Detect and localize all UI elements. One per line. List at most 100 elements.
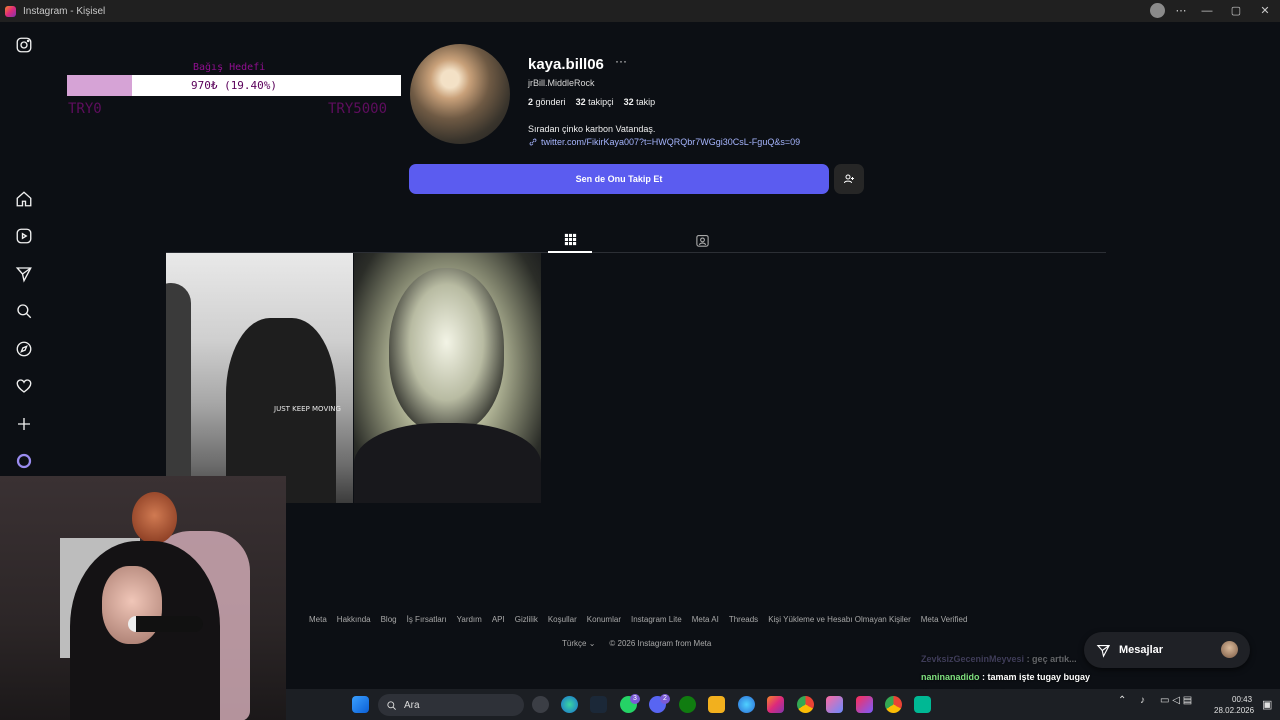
post-thumbnail[interactable] xyxy=(354,253,541,503)
profile-username: kaya.bill06 xyxy=(528,56,604,73)
tab-tagged[interactable] xyxy=(680,228,724,252)
direct-icon xyxy=(1096,644,1111,658)
footer-link[interactable]: Gizlilik xyxy=(515,615,538,624)
search-icon[interactable] xyxy=(14,301,34,321)
donation-goal-title: Bağış Hedefi xyxy=(193,62,266,73)
followers-stat[interactable]: 32 takipçi xyxy=(576,97,614,107)
tray-overflow-icon[interactable]: ⌃ xyxy=(1118,695,1126,706)
footer-link[interactable]: Yardım xyxy=(457,615,482,624)
suggested-people-button[interactable] xyxy=(834,164,864,194)
microphone-icon[interactable]: ♪ xyxy=(1140,695,1145,706)
chat-message: naninanadido : tamam işte tugay bugay xyxy=(921,669,1131,687)
tab-posts-grid[interactable] xyxy=(548,228,592,253)
footer-link[interactable]: Konumlar xyxy=(587,615,621,624)
profile-stats: 2 gönderi 32 takipçi 32 takip xyxy=(528,97,655,107)
chevron-down-icon: ⌄ xyxy=(588,639,596,648)
profile-options-icon[interactable]: ··· xyxy=(615,54,627,68)
edge-icon[interactable] xyxy=(561,696,578,713)
tagged-icon xyxy=(695,234,709,247)
notification-icon[interactable]: ▣ xyxy=(1262,698,1272,711)
app-icon-generic[interactable] xyxy=(856,696,873,713)
home-icon[interactable] xyxy=(14,189,34,209)
webcam-microphone xyxy=(128,616,203,632)
donation-min-label: TRY0 xyxy=(68,101,102,117)
app-icon-green[interactable] xyxy=(914,696,931,713)
taskbar-time[interactable]: 00:43 xyxy=(1232,695,1252,704)
footer-link[interactable]: Meta Verified xyxy=(921,615,968,624)
footer-link[interactable]: Meta AI xyxy=(692,615,719,624)
heart-icon[interactable] xyxy=(14,376,34,396)
window-more-button[interactable]: ⋯ xyxy=(1170,3,1192,19)
instagram-app-icon xyxy=(5,5,16,17)
messages-label: Mesajlar xyxy=(1119,644,1164,656)
posts-label: gönderi xyxy=(535,97,566,107)
meta-ai-icon[interactable] xyxy=(14,451,34,471)
minimize-button[interactable]: — xyxy=(1196,3,1218,19)
followers-label: takipçi xyxy=(588,97,614,107)
window-title: Instagram - Kişisel xyxy=(23,5,106,17)
explore-icon[interactable] xyxy=(14,339,34,359)
chat-username: ZevksizGeceninMeyvesi xyxy=(921,654,1025,664)
language-label: Türkçe xyxy=(562,639,587,648)
chrome-icon[interactable] xyxy=(797,696,814,713)
chrome-icon-2[interactable] xyxy=(885,696,902,713)
following-label: takip xyxy=(636,97,656,107)
chat-text: : tamam işte tugay bugay xyxy=(979,671,1091,682)
posts-stat: 2 gönderi xyxy=(528,97,566,107)
taskbar-search-placeholder: Ara xyxy=(404,699,420,711)
task-view-icon[interactable] xyxy=(532,696,549,713)
tray-icons[interactable]: ▭ ◁ ▤ xyxy=(1160,695,1192,706)
taskbar-date[interactable]: 28.02.2026 xyxy=(1214,706,1254,715)
start-icon[interactable] xyxy=(352,696,369,713)
profile-link-text[interactable]: twitter.com/FikirKaya007?t=HWQRQbr7WGgi3… xyxy=(541,137,800,147)
webcam-face xyxy=(102,566,162,644)
close-button[interactable]: ✕ xyxy=(1254,3,1276,19)
photos-icon[interactable] xyxy=(826,696,843,713)
profile-avatar-mini[interactable] xyxy=(1150,3,1165,18)
instagram-taskbar-icon[interactable] xyxy=(767,696,784,713)
profile-picture[interactable] xyxy=(410,44,510,144)
profile-link[interactable]: twitter.com/FikirKaya007?t=HWQRQbr7WGgi3… xyxy=(528,137,800,147)
webcam-plush-toy xyxy=(132,492,177,544)
footer-link[interactable]: Blog xyxy=(381,615,397,624)
footer-link[interactable]: Koşullar xyxy=(548,615,577,624)
chat-text: : geç artık... xyxy=(1024,654,1077,664)
whatsapp-badge: 3 xyxy=(630,694,640,704)
grid-icon xyxy=(564,233,576,246)
language-selector[interactable]: Türkçe ⌄ xyxy=(562,639,595,648)
donation-max-label: TRY5000 xyxy=(328,101,388,117)
plus-icon[interactable] xyxy=(14,414,34,434)
link-icon xyxy=(529,138,537,146)
post-thumbnail[interactable]: JUST KEEP MOVING xyxy=(166,253,353,503)
search-icon xyxy=(387,700,396,710)
post-shirt-text: JUST KEEP MOVING xyxy=(274,405,341,413)
footer-link[interactable]: Kişi Yükleme ve Hesabı Olmayan Kişiler xyxy=(768,615,911,624)
footer-link[interactable]: API xyxy=(492,615,505,624)
posts-count: 2 xyxy=(528,97,534,107)
reels-icon[interactable] xyxy=(14,226,34,246)
footer-links: Meta Hakkında Blog İş Fırsatları Yardım API Gi… xyxy=(309,615,967,624)
followers-count: 32 xyxy=(575,97,586,107)
footer-link[interactable]: Instagram Lite xyxy=(631,615,682,624)
footer-link[interactable]: Hakkında xyxy=(337,615,371,624)
post-portrait-face xyxy=(389,268,504,433)
follow-button[interactable]: Sen de Onu Takip Et xyxy=(409,164,829,194)
xbox-icon[interactable] xyxy=(679,696,696,713)
maximize-button[interactable]: ▢ xyxy=(1225,3,1247,19)
file-explorer-icon[interactable] xyxy=(708,696,725,713)
copilot-icon[interactable] xyxy=(738,696,755,713)
add-person-icon xyxy=(844,174,854,184)
footer-link[interactable]: İş Fırsatları xyxy=(407,615,447,624)
post-figure-left xyxy=(166,283,191,503)
window-titlebar: Instagram - Kişisel ⋯ — ▢ ✕ xyxy=(0,0,1280,22)
footer-link[interactable]: Threads xyxy=(729,615,758,624)
steam-icon[interactable] xyxy=(590,696,607,713)
discord-badge: 2 xyxy=(660,694,670,704)
direct-icon[interactable] xyxy=(14,264,34,284)
webcam-overlay xyxy=(0,476,286,720)
instagram-icon[interactable] xyxy=(14,35,34,55)
following-stat[interactable]: 32 takip xyxy=(624,97,656,107)
footer-link[interactable]: Meta xyxy=(309,615,327,624)
taskbar-search[interactable]: Ara xyxy=(378,694,524,716)
messages-button[interactable]: Mesajlar xyxy=(1084,632,1250,668)
